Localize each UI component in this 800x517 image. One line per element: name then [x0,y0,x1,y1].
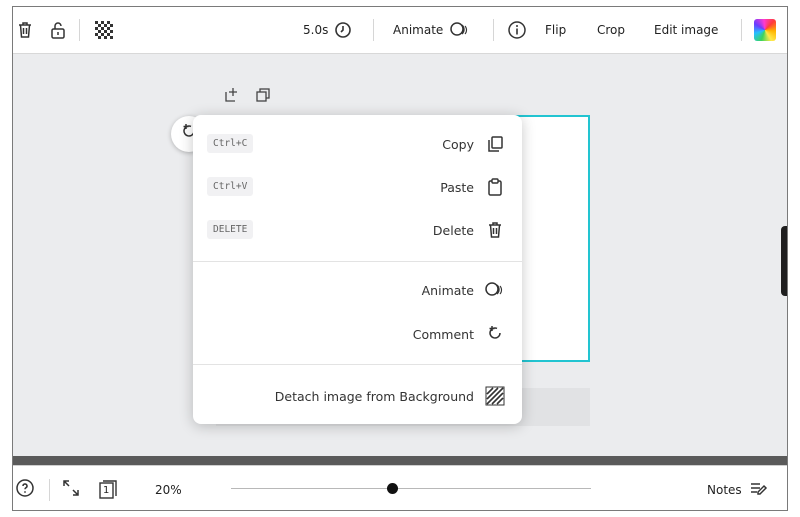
menu-item-copy[interactable]: Ctrl+C Copy [193,123,522,165]
zoom-percentage[interactable]: 20% [155,466,182,510]
flip-button[interactable]: Flip [545,7,566,53]
help-icon [15,478,35,501]
detach-label: Detach image from Background [274,388,474,404]
menu-divider [193,364,522,365]
paste-shortcut: Ctrl+V [207,177,254,196]
add-page-button[interactable] [223,87,239,107]
crop-label: Crop [597,23,626,37]
menu-item-comment[interactable]: Comment [193,313,522,355]
transparency-button[interactable] [93,7,115,53]
flip-label: Flip [545,23,567,37]
info-icon [507,20,527,40]
fullscreen-button[interactable] [61,466,81,510]
fullscreen-icon [61,478,81,501]
animate-icon [449,20,471,40]
add-page-icon [223,88,239,107]
zoom-label: 20% [155,482,182,497]
animate-label: Animate [393,23,444,37]
page-count: 1 [103,484,110,496]
toolbar-divider [373,19,374,41]
animate-menu-label: Animate [421,282,474,298]
notes-button[interactable]: Notes [707,466,768,510]
animate-button[interactable]: Animate [393,7,471,53]
edit-image-button[interactable]: Edit image [654,7,718,53]
info-button[interactable] [507,7,527,53]
comment-icon [484,323,506,345]
clock-icon [334,21,352,39]
top-toolbar: 5.0s Animate Flip Crop Edit image [13,7,787,54]
trash-icon [15,20,35,40]
context-menu: Ctrl+C Copy Ctrl+V Paste DELETE Delete A… [193,115,522,424]
help-button[interactable] [15,466,35,510]
menu-item-detach[interactable]: Detach image from Background [193,375,522,417]
zoom-slider-handle[interactable] [387,483,398,494]
toolbar-divider [493,19,494,41]
pages-button[interactable]: 1 [97,466,119,510]
trash-button[interactable] [15,7,35,53]
duration-label: 5.0s [303,23,329,37]
toolbar-divider [741,19,742,41]
notes-label: Notes [707,482,742,497]
duplicate-page-button[interactable] [255,87,271,107]
copy-shortcut: Ctrl+C [207,134,254,153]
copy-label: Copy [442,136,474,152]
editor-window: 5.0s Animate Flip Crop Edit image 1 20% … [12,6,788,511]
animate-icon [484,279,506,301]
bottom-divider [49,479,50,501]
unlock-icon [48,20,68,40]
copy-icon [484,133,506,155]
duration-button[interactable]: 5.0s [303,7,352,53]
menu-item-delete[interactable]: DELETE Delete [193,209,522,251]
zoom-slider-track[interactable] [231,488,591,489]
comment-label: Comment [412,326,474,342]
menu-item-paste[interactable]: Ctrl+V Paste [193,166,522,208]
side-panel-toggle[interactable] [781,226,787,296]
paste-label: Paste [440,179,474,195]
pages-icon: 1 [97,479,119,501]
detach-icon [484,385,506,407]
delete-icon [484,219,506,241]
toolbar-divider [79,19,80,41]
unlock-button[interactable] [48,7,68,53]
paste-icon [484,176,506,198]
delete-label: Delete [432,222,474,238]
crop-button[interactable]: Crop [597,7,625,53]
edit-image-label: Edit image [654,23,719,37]
notes-icon [748,478,768,501]
horizontal-scrollbar[interactable] [13,456,787,465]
menu-divider [193,261,522,262]
duplicate-icon [255,88,271,107]
transparency-icon [93,19,115,41]
delete-shortcut: DELETE [207,220,254,239]
color-button[interactable] [754,7,776,53]
menu-item-animate[interactable]: Animate [193,269,522,311]
rainbow-logo-icon [754,19,776,41]
bottom-bar: 1 20% Notes [13,465,787,510]
